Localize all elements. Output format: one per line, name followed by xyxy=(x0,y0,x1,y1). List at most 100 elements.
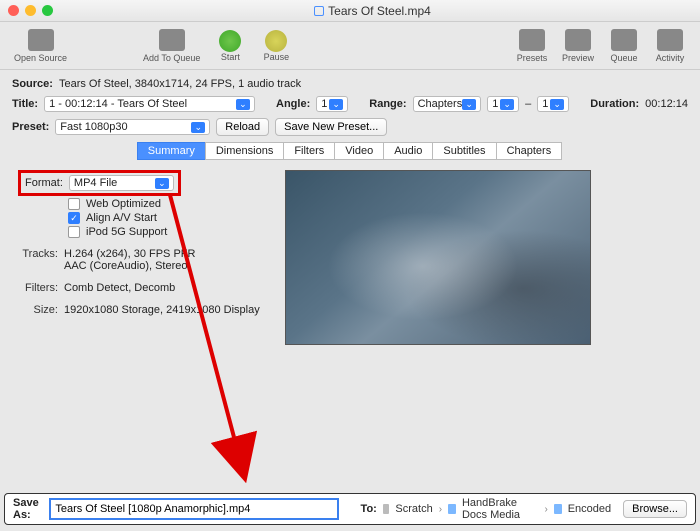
web-optimized-checkbox[interactable] xyxy=(68,198,80,210)
preset-label: Preset: xyxy=(12,121,49,133)
save-as-label: Save As: xyxy=(13,497,43,521)
add-to-queue-button[interactable]: Add To Queue xyxy=(137,29,206,63)
presets-label: Presets xyxy=(517,53,548,63)
save-as-input[interactable] xyxy=(49,498,339,520)
activity-label: Activity xyxy=(656,53,685,63)
angle-label: Angle: xyxy=(276,98,310,110)
range-to-select[interactable]: 1⌄ xyxy=(537,96,569,112)
path-scratch[interactable]: Scratch xyxy=(395,503,432,515)
play-icon xyxy=(219,30,241,52)
angle-select[interactable]: 1⌄ xyxy=(316,96,348,112)
range-mode-value: Chapters xyxy=(418,98,463,110)
format-select[interactable]: MP4 File ⌄ xyxy=(69,175,174,191)
preview-button[interactable]: Preview xyxy=(556,29,600,63)
source-row: Source: Tears Of Steel, 3840x1714, 24 FP… xyxy=(12,78,688,90)
ipod-label: iPod 5G Support xyxy=(86,226,167,238)
filters-value: Comb Detect, Decomb xyxy=(64,282,175,294)
add-queue-label: Add To Queue xyxy=(143,53,200,63)
preset-select[interactable]: Fast 1080p30 ⌄ xyxy=(55,119,210,135)
web-optimized-label: Web Optimized xyxy=(86,198,161,210)
tab-chapters[interactable]: Chapters xyxy=(496,142,563,160)
path-encoded[interactable]: Encoded xyxy=(568,503,611,515)
tab-video[interactable]: Video xyxy=(334,142,384,160)
folder-icon xyxy=(448,504,456,514)
open-source-label: Open Source xyxy=(14,53,67,63)
format-label: Format: xyxy=(25,177,63,189)
range-label: Range: xyxy=(369,98,406,110)
activity-icon xyxy=(657,29,683,51)
align-av-checkbox[interactable]: ✓ xyxy=(68,212,80,224)
presets-button[interactable]: Presets xyxy=(510,29,554,63)
chevron-down-icon: ⌄ xyxy=(191,122,205,133)
ipod-checkbox[interactable] xyxy=(68,226,80,238)
tracks-label: Tracks: xyxy=(18,248,58,272)
size-value: 1920x1080 Storage, 2419x1080 Display xyxy=(64,304,260,316)
range-mode-select[interactable]: Chapters⌄ xyxy=(413,96,482,112)
file-icon xyxy=(314,6,324,16)
size-label: Size: xyxy=(18,304,58,316)
start-label: Start xyxy=(221,52,240,62)
preview-icon xyxy=(565,29,591,51)
preset-value: Fast 1080p30 xyxy=(60,121,127,133)
main-toolbar: Open Source Add To Queue Start Pause Pre… xyxy=(0,22,700,70)
format-highlight-box: Format: MP4 File ⌄ xyxy=(18,170,181,196)
chevron-down-icon: ⌄ xyxy=(550,99,564,110)
queue-button[interactable]: Queue xyxy=(602,29,646,63)
preview-label: Preview xyxy=(562,53,594,63)
duration-label: Duration: xyxy=(590,98,639,110)
to-label: To: xyxy=(361,503,377,515)
video-preview xyxy=(285,170,591,345)
save-new-preset-button[interactable]: Save New Preset... xyxy=(275,118,387,136)
browse-button[interactable]: Browse... xyxy=(623,500,687,518)
tab-bar: Summary Dimensions Filters Video Audio S… xyxy=(12,142,688,160)
chevron-right-icon: › xyxy=(439,504,442,515)
path-handbrake[interactable]: HandBrake Docs Media xyxy=(462,497,538,521)
window-controls xyxy=(8,5,53,16)
close-window-button[interactable] xyxy=(8,5,19,16)
tab-audio[interactable]: Audio xyxy=(383,142,433,160)
duration-value: 00:12:14 xyxy=(645,98,688,110)
chevron-down-icon: ⌄ xyxy=(155,178,169,189)
chevron-right-icon: › xyxy=(544,504,547,515)
filters-label: Filters: xyxy=(18,282,58,294)
titlebar: Tears Of Steel.mp4 xyxy=(0,0,700,22)
presets-icon xyxy=(519,29,545,51)
pause-button[interactable]: Pause xyxy=(254,30,298,62)
folder-icon xyxy=(554,504,562,514)
tab-summary[interactable]: Summary xyxy=(137,142,206,160)
reload-button[interactable]: Reload xyxy=(216,118,269,136)
pause-icon xyxy=(265,30,287,52)
window-title: Tears Of Steel.mp4 xyxy=(53,4,692,18)
chevron-down-icon: ⌄ xyxy=(236,99,250,110)
range-from-select[interactable]: 1⌄ xyxy=(487,96,519,112)
title-label: Title: xyxy=(12,98,38,110)
align-av-label: Align A/V Start xyxy=(86,212,157,224)
zoom-window-button[interactable] xyxy=(42,5,53,16)
tracks-video: H.264 (x264), 30 FPS PFR xyxy=(64,248,195,260)
source-value: Tears Of Steel, 3840x1714, 24 FPS, 1 aud… xyxy=(59,78,301,90)
activity-button[interactable]: Activity xyxy=(648,29,692,63)
minimize-window-button[interactable] xyxy=(25,5,36,16)
format-value: MP4 File xyxy=(74,177,117,189)
open-source-button[interactable]: Open Source xyxy=(8,29,73,63)
range-from-value: 1 xyxy=(492,98,498,110)
add-queue-icon xyxy=(159,29,185,51)
chevron-down-icon: ⌄ xyxy=(500,99,514,110)
bottom-bar: Save As: To: Scratch › HandBrake Docs Me… xyxy=(4,493,696,525)
disk-icon xyxy=(383,504,390,514)
open-source-icon xyxy=(28,29,54,51)
queue-icon xyxy=(611,29,637,51)
tab-subtitles[interactable]: Subtitles xyxy=(432,142,496,160)
chevron-down-icon: ⌄ xyxy=(462,99,476,110)
title-select-value: 1 - 00:12:14 - Tears Of Steel xyxy=(49,98,187,110)
pause-label: Pause xyxy=(264,52,290,62)
title-select[interactable]: 1 - 00:12:14 - Tears Of Steel ⌄ xyxy=(44,96,255,112)
queue-label: Queue xyxy=(610,53,637,63)
source-label: Source: xyxy=(12,78,53,90)
tab-filters[interactable]: Filters xyxy=(283,142,335,160)
tab-dimensions[interactable]: Dimensions xyxy=(205,142,284,160)
range-dash: – xyxy=(525,98,531,110)
chevron-down-icon: ⌄ xyxy=(329,99,343,110)
angle-value: 1 xyxy=(321,98,327,110)
start-button[interactable]: Start xyxy=(208,30,252,62)
